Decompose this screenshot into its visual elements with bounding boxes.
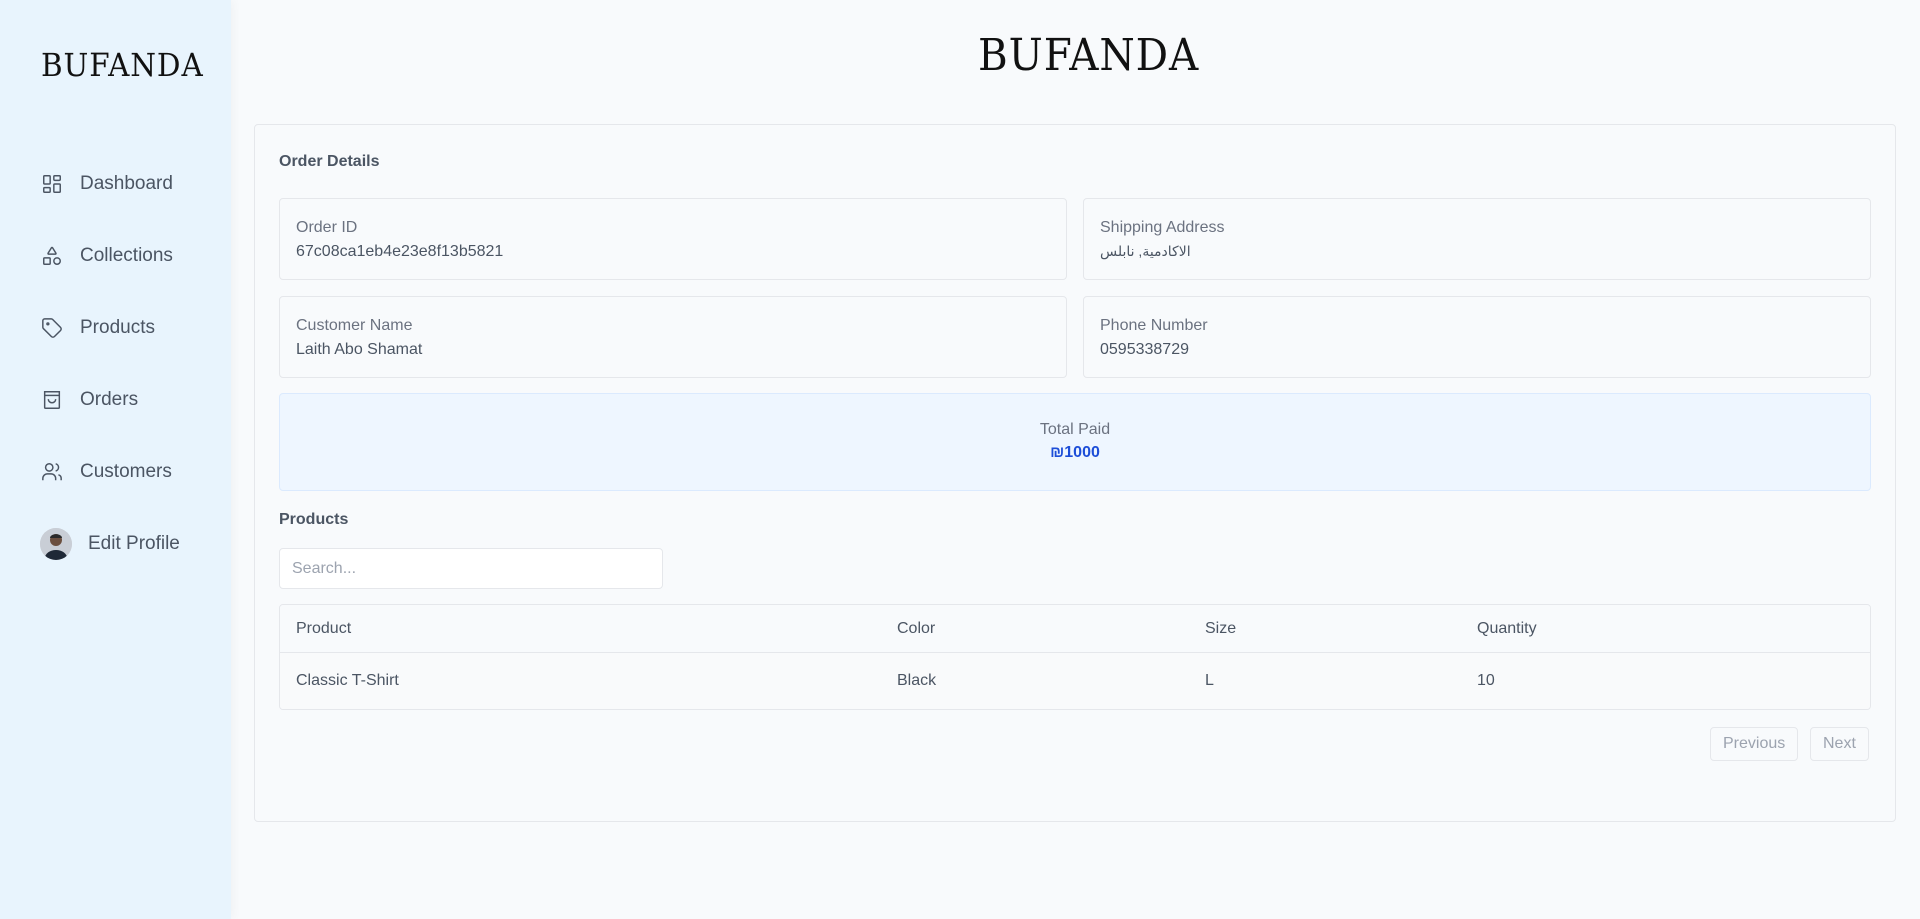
order-id-label: Order ID (296, 219, 358, 236)
table-row[interactable]: Classic T-Shirt Black L 10 (280, 653, 1870, 709)
column-header-product: Product (296, 619, 352, 637)
column-header-size: Size (1205, 619, 1237, 637)
sidebar-item-products[interactable]: Products (40, 292, 173, 364)
total-paid-box: Total Paid ₪1000 (279, 393, 1871, 491)
edit-profile-label: Edit Profile (88, 533, 180, 554)
table-header: Product Color Size Quantity (280, 605, 1870, 653)
tag-icon (40, 316, 64, 340)
products-table: Product Color Size Quantity Classic T-Sh… (279, 604, 1871, 710)
sidebar-item-label: Products (80, 317, 155, 338)
edit-profile-link[interactable]: Edit Profile (40, 528, 180, 560)
sidebar: BUFANDA Dashboard Collections Products O… (0, 0, 231, 919)
phone-number-box: Phone Number 0595338729 (1083, 296, 1871, 378)
products-title: Products (279, 511, 349, 528)
shopping-bag-icon (40, 388, 64, 412)
customer-name-label: Customer Name (296, 317, 413, 334)
order-id-box: Order ID 67c08ca1eb4e23e8f13b5821 (279, 198, 1067, 280)
sidebar-item-collections[interactable]: Collections (40, 220, 173, 292)
cell-size: L (1205, 672, 1214, 689)
total-paid-label: Total Paid (1039, 421, 1111, 438)
shipping-address-value: الاكادمية, نابلس (1100, 243, 1191, 259)
shipping-address-label: Shipping Address (1100, 219, 1225, 236)
order-details-card: Order Details Order ID 67c08ca1eb4e23e8f… (254, 124, 1896, 822)
search-input[interactable] (279, 548, 663, 589)
shipping-address-box: Shipping Address الاكادمية, نابلس (1083, 198, 1871, 280)
column-header-color: Color (897, 619, 936, 637)
users-icon (40, 460, 64, 484)
customer-name-box: Customer Name Laith Abo Shamat (279, 296, 1067, 378)
customer-name-value: Laith Abo Shamat (296, 341, 423, 358)
sidebar-logo[interactable]: BUFANDA (41, 46, 204, 84)
sidebar-item-label: Dashboard (80, 173, 173, 194)
cell-product: Classic T-Shirt (296, 672, 399, 689)
cell-quantity: 10 (1477, 672, 1495, 689)
column-header-quantity: Quantity (1477, 619, 1537, 637)
header-logo: BUFANDA (978, 30, 1200, 81)
previous-button[interactable]: Previous (1710, 727, 1799, 761)
sidebar-item-label: Customers (80, 461, 172, 482)
sidebar-item-label: Collections (80, 245, 173, 266)
order-details-title: Order Details (279, 153, 380, 170)
order-id-value: 67c08ca1eb4e23e8f13b5821 (296, 243, 504, 260)
shapes-icon (40, 244, 64, 268)
sidebar-nav: Dashboard Collections Products Orders Cu… (40, 148, 173, 508)
sidebar-item-label: Orders (80, 389, 139, 410)
avatar (40, 528, 72, 560)
cell-color: Black (897, 672, 937, 689)
total-paid-value: ₪1000 (1050, 444, 1100, 461)
sidebar-item-orders[interactable]: Orders (40, 364, 173, 436)
dashboard-icon (40, 172, 64, 196)
sidebar-item-customers[interactable]: Customers (40, 436, 173, 508)
sidebar-item-dashboard[interactable]: Dashboard (40, 148, 173, 220)
phone-number-label: Phone Number (1100, 317, 1208, 334)
phone-number-value: 0595338729 (1100, 341, 1189, 358)
next-button[interactable]: Next (1810, 727, 1869, 761)
